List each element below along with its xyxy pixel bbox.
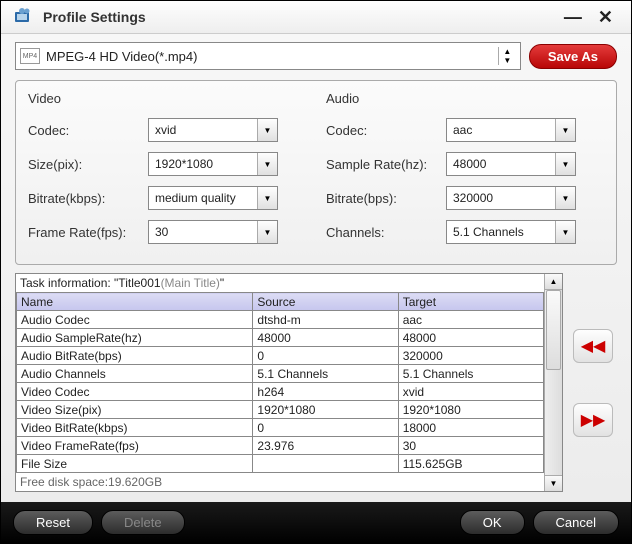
- ok-button[interactable]: OK: [460, 510, 525, 535]
- format-icon: MP4: [20, 48, 40, 64]
- video-framerate-label: Frame Rate(fps):: [28, 225, 148, 240]
- profile-row: MP4 MPEG-4 HD Video(*.mp4) ▲▼ Save As: [15, 42, 617, 70]
- table-row[interactable]: Audio Channels5.1 Channels5.1 Channels: [17, 365, 544, 383]
- table-row[interactable]: Video FrameRate(fps)23.97630: [17, 437, 544, 455]
- col-name[interactable]: Name: [17, 293, 253, 311]
- chevron-down-icon[interactable]: ▼: [555, 221, 575, 243]
- video-size-select[interactable]: 1920*1080▼: [148, 152, 278, 176]
- prev-button[interactable]: ◀◀: [573, 329, 613, 363]
- chevron-down-icon[interactable]: ▼: [257, 153, 277, 175]
- scroll-track[interactable]: [545, 290, 562, 475]
- audio-bitrate-label: Bitrate(bps):: [326, 191, 446, 206]
- app-icon: [11, 5, 35, 29]
- scrollbar[interactable]: ▲ ▼: [544, 274, 562, 491]
- audio-title: Audio: [326, 91, 604, 106]
- video-codec-select[interactable]: xvid▼: [148, 118, 278, 142]
- audio-samplerate-select[interactable]: 48000▼: [446, 152, 576, 176]
- task-table-container: Task information: "Title001(Main Title)"…: [15, 273, 563, 492]
- scroll-down-button[interactable]: ▼: [545, 475, 562, 491]
- video-column: Video Codec: xvid▼ Size(pix): 1920*1080▼…: [28, 91, 306, 254]
- scroll-up-button[interactable]: ▲: [545, 274, 562, 290]
- video-codec-label: Codec:: [28, 123, 148, 138]
- settings-panel: Video Codec: xvid▼ Size(pix): 1920*1080▼…: [15, 80, 617, 265]
- window-title: Profile Settings: [43, 9, 556, 25]
- table-row[interactable]: Video Codech264xvid: [17, 383, 544, 401]
- task-info: Task information: "Title001(Main Title)": [16, 274, 544, 292]
- chevron-down-icon[interactable]: ▼: [555, 119, 575, 141]
- cancel-button[interactable]: Cancel: [533, 510, 619, 535]
- table-row[interactable]: Video BitRate(kbps)018000: [17, 419, 544, 437]
- scroll-thumb[interactable]: [546, 290, 561, 370]
- chevron-down-icon[interactable]: ▼: [257, 187, 277, 209]
- video-title: Video: [28, 91, 306, 106]
- audio-samplerate-label: Sample Rate(hz):: [326, 157, 446, 172]
- audio-channels-label: Channels:: [326, 225, 446, 240]
- reset-button[interactable]: Reset: [13, 510, 93, 535]
- profile-format-label: MPEG-4 HD Video(*.mp4): [46, 49, 498, 64]
- table-row[interactable]: Video Size(pix)1920*10801920*1080: [17, 401, 544, 419]
- task-table: Name Source Target Audio Codecdtshd-maac…: [16, 292, 544, 473]
- free-disk-space: Free disk space:19.620GB: [16, 473, 544, 491]
- audio-bitrate-select[interactable]: 320000▼: [446, 186, 576, 210]
- task-area: Task information: "Title001(Main Title)"…: [15, 273, 617, 492]
- audio-codec-label: Codec:: [326, 123, 446, 138]
- table-row[interactable]: Audio SampleRate(hz)4800048000: [17, 329, 544, 347]
- video-bitrate-select[interactable]: medium quality▼: [148, 186, 278, 210]
- audio-column: Audio Codec: aac▼ Sample Rate(hz): 48000…: [326, 91, 604, 254]
- delete-button[interactable]: Delete: [101, 510, 185, 535]
- table-row[interactable]: Audio BitRate(bps)0320000: [17, 347, 544, 365]
- audio-channels-select[interactable]: 5.1 Channels▼: [446, 220, 576, 244]
- spinner-icon[interactable]: ▲▼: [498, 47, 516, 65]
- table-row[interactable]: Audio Codecdtshd-maac: [17, 311, 544, 329]
- col-target[interactable]: Target: [398, 293, 543, 311]
- table-row[interactable]: File Size115.625GB: [17, 455, 544, 473]
- col-source[interactable]: Source: [253, 293, 398, 311]
- video-size-label: Size(pix):: [28, 157, 148, 172]
- profile-settings-window: Profile Settings — ✕ MP4 MPEG-4 HD Video…: [0, 0, 632, 544]
- minimize-button[interactable]: —: [556, 7, 590, 28]
- save-as-button[interactable]: Save As: [529, 44, 617, 69]
- chevron-down-icon[interactable]: ▼: [257, 119, 277, 141]
- close-button[interactable]: ✕: [590, 7, 621, 28]
- audio-codec-select[interactable]: aac▼: [446, 118, 576, 142]
- titlebar: Profile Settings — ✕: [1, 1, 631, 34]
- next-button[interactable]: ▶▶: [573, 403, 613, 437]
- content-area: MP4 MPEG-4 HD Video(*.mp4) ▲▼ Save As Vi…: [1, 34, 631, 502]
- video-bitrate-label: Bitrate(kbps):: [28, 191, 148, 206]
- chevron-down-icon[interactable]: ▼: [555, 153, 575, 175]
- nav-buttons: ◀◀ ▶▶: [569, 273, 617, 492]
- footer: Reset Delete OK Cancel: [1, 502, 631, 543]
- chevron-down-icon[interactable]: ▼: [257, 221, 277, 243]
- profile-format-select[interactable]: MP4 MPEG-4 HD Video(*.mp4) ▲▼: [15, 42, 521, 70]
- video-framerate-select[interactable]: 30▼: [148, 220, 278, 244]
- chevron-down-icon[interactable]: ▼: [555, 187, 575, 209]
